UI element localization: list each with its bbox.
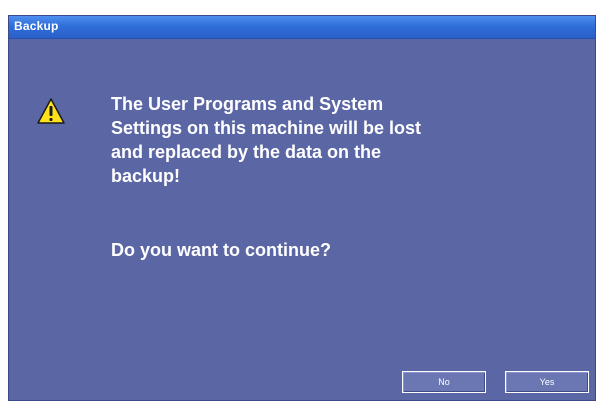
backup-dialog: Backup The User Programs and System Sett… xyxy=(8,15,596,401)
confirmation-question: Do you want to continue? xyxy=(111,240,331,260)
warning-message: The User Programs and System Settings on… xyxy=(111,94,422,186)
dialog-title: Backup xyxy=(14,19,59,33)
title-bar[interactable]: Backup xyxy=(9,16,595,39)
warning-icon xyxy=(37,98,65,124)
yes-button[interactable]: Yes xyxy=(505,371,589,393)
no-button[interactable]: No xyxy=(402,371,486,393)
